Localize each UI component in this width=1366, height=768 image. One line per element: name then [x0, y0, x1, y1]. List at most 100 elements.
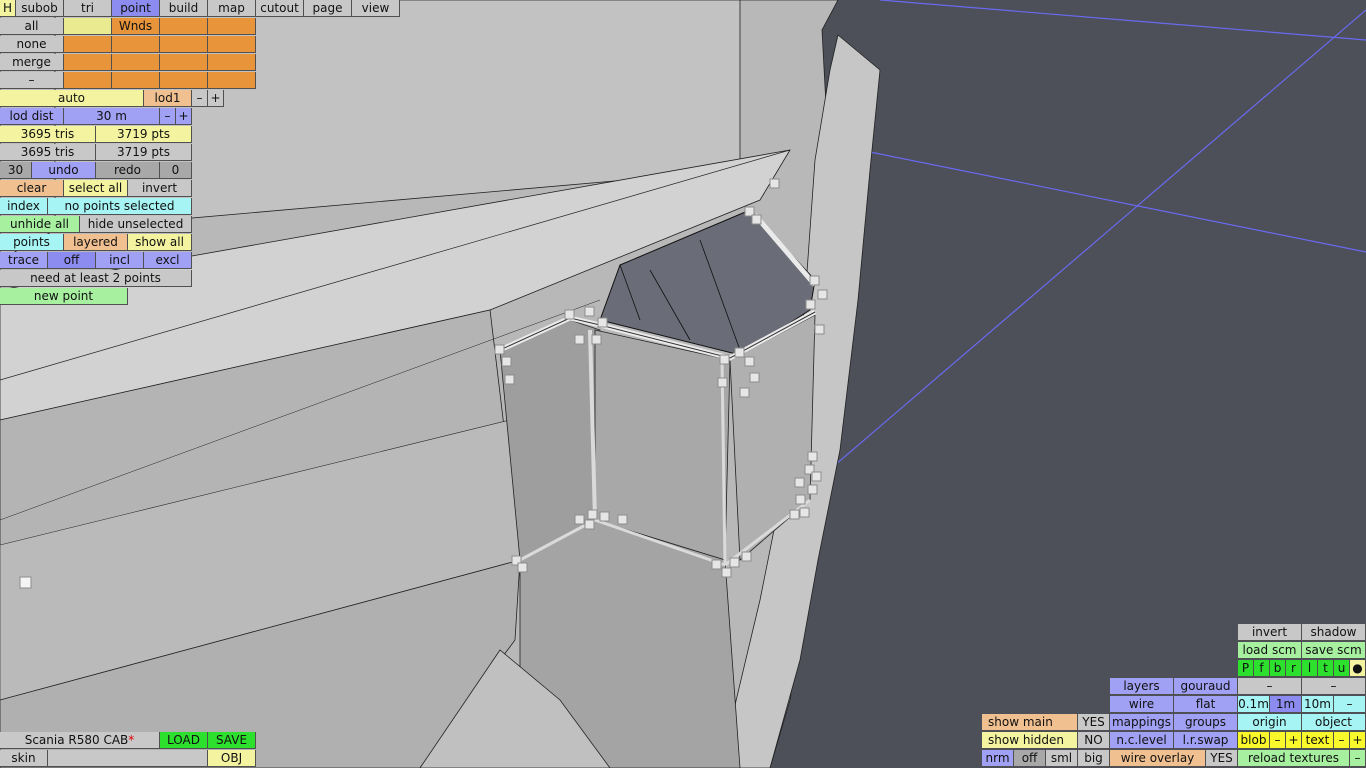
trace-off-button[interactable]: off	[48, 252, 96, 269]
subobject-cell[interactable]	[64, 72, 112, 89]
subobject-cell[interactable]	[112, 72, 160, 89]
mappings-button[interactable]: mappings	[1110, 714, 1174, 731]
flag-l[interactable]: l	[1302, 660, 1318, 677]
subobject-cell[interactable]	[112, 36, 160, 53]
subobject-cell[interactable]	[64, 54, 112, 71]
load-button[interactable]: LOAD	[160, 732, 208, 749]
flag-u[interactable]: u	[1334, 660, 1350, 677]
grid-01m-button[interactable]: 0.1m	[1238, 696, 1270, 713]
text-plus-button[interactable]: +	[1350, 732, 1366, 749]
shadow-button[interactable]: shadow	[1302, 624, 1366, 641]
grid-10m-button[interactable]: 10m	[1302, 696, 1334, 713]
subobject-cell[interactable]	[160, 72, 208, 89]
obj-button[interactable]: OBJ	[208, 750, 256, 767]
text-button[interactable]: text	[1302, 732, 1334, 749]
model-name[interactable]: Scania R580 CAB*	[0, 732, 160, 749]
invert-selection-button[interactable]: invert	[128, 180, 192, 197]
wire-overlay-button[interactable]: wire overlay	[1110, 750, 1206, 767]
subobject-cell[interactable]	[208, 72, 256, 89]
origin-button[interactable]: origin	[1238, 714, 1302, 731]
tab-map[interactable]: map	[208, 0, 256, 17]
dash-button-2[interactable]: –	[1302, 678, 1366, 695]
select-none-button[interactable]: none	[0, 36, 64, 53]
minus-button[interactable]: –	[0, 72, 64, 89]
lod-plus-button[interactable]: +	[208, 90, 224, 107]
redo-button[interactable]: redo	[96, 162, 160, 179]
text-minus-button[interactable]: –	[1334, 732, 1350, 749]
subobject-cell[interactable]	[208, 36, 256, 53]
lod-dist-value[interactable]: 30 m	[64, 108, 160, 125]
skin-button[interactable]: skin	[0, 750, 48, 767]
points-button[interactable]: points	[0, 234, 64, 251]
lod-level-button[interactable]: lod1	[144, 90, 192, 107]
show-all-button[interactable]: show all	[128, 234, 192, 251]
clear-button[interactable]: clear	[0, 180, 64, 197]
layers-button[interactable]: layers	[1110, 678, 1174, 695]
flag-t[interactable]: t	[1318, 660, 1334, 677]
3d-viewport[interactable]	[0, 0, 1366, 768]
lod-dist-label[interactable]: lod dist	[0, 108, 64, 125]
nrm-button[interactable]: nrm	[982, 750, 1014, 767]
tab-page[interactable]: page	[304, 0, 352, 17]
nc-level-button[interactable]: n.c.level	[1110, 732, 1174, 749]
subobject-cell[interactable]	[112, 54, 160, 71]
select-all-points-button[interactable]: select all	[64, 180, 128, 197]
flag-p[interactable]: P	[1238, 660, 1254, 677]
lod-dist-minus[interactable]: –	[160, 108, 176, 125]
show-hidden-button[interactable]: show hidden	[982, 732, 1078, 749]
hide-unselected-button[interactable]: hide unselected	[80, 216, 192, 233]
lod-minus-button[interactable]: –	[192, 90, 208, 107]
subobject-cell[interactable]	[64, 36, 112, 53]
tab-tri[interactable]: tri	[64, 0, 112, 17]
lr-swap-button[interactable]: l.r.swap	[1174, 732, 1238, 749]
skin-field[interactable]	[48, 750, 208, 767]
tab-build[interactable]: build	[160, 0, 208, 17]
reload-minus-button[interactable]: –	[1350, 750, 1366, 767]
lod-auto-button[interactable]: auto	[0, 90, 144, 107]
merge-button[interactable]: merge	[0, 54, 64, 71]
flag-dot[interactable]: ●	[1350, 660, 1366, 677]
blob-minus-button[interactable]: –	[1270, 732, 1286, 749]
layered-button[interactable]: layered	[64, 234, 128, 251]
wire-overlay-value[interactable]: YES	[1206, 750, 1238, 767]
blob-plus-button[interactable]: +	[1286, 732, 1302, 749]
show-main-value[interactable]: YES	[1078, 714, 1110, 731]
trace-button[interactable]: trace	[0, 252, 48, 269]
index-button[interactable]: index	[0, 198, 48, 215]
subobject-cell[interactable]	[160, 18, 208, 35]
show-hidden-value[interactable]: NO	[1078, 732, 1110, 749]
nrm-big-button[interactable]: big	[1078, 750, 1110, 767]
grid-minus-button[interactable]: –	[1334, 696, 1366, 713]
unhide-all-button[interactable]: unhide all	[0, 216, 80, 233]
subobject-cell[interactable]	[208, 54, 256, 71]
subobject-wnds[interactable]: Wnds	[112, 18, 160, 35]
h-button[interactable]: H	[0, 0, 16, 17]
trace-excl-button[interactable]: excl	[144, 252, 192, 269]
undo-button[interactable]: undo	[32, 162, 96, 179]
save-scm-button[interactable]: save scm	[1302, 642, 1366, 659]
subobject-cell[interactable]	[160, 54, 208, 71]
reload-textures-button[interactable]: reload textures	[1238, 750, 1350, 767]
wire-button[interactable]: wire	[1110, 696, 1174, 713]
groups-button[interactable]: groups	[1174, 714, 1238, 731]
nrm-sml-button[interactable]: sml	[1046, 750, 1078, 767]
tab-subob[interactable]: subob	[16, 0, 64, 17]
save-button[interactable]: SAVE	[208, 732, 256, 749]
trace-incl-button[interactable]: incl	[96, 252, 144, 269]
flag-f[interactable]: f	[1254, 660, 1270, 677]
tab-view[interactable]: view	[352, 0, 400, 17]
tab-point[interactable]: point	[112, 0, 160, 17]
grid-1m-button[interactable]: 1m	[1270, 696, 1302, 713]
blob-button[interactable]: blob	[1238, 732, 1270, 749]
dash-button-1[interactable]: –	[1238, 678, 1302, 695]
flag-b[interactable]: b	[1270, 660, 1286, 677]
object-button[interactable]: object	[1302, 714, 1366, 731]
show-main-button[interactable]: show main	[982, 714, 1078, 731]
tab-cutout[interactable]: cutout	[256, 0, 304, 17]
new-point-button[interactable]: new point	[0, 288, 128, 305]
nrm-off-button[interactable]: off	[1014, 750, 1046, 767]
invert-button[interactable]: invert	[1238, 624, 1302, 641]
select-all-button[interactable]: all	[0, 18, 64, 35]
lod-dist-plus[interactable]: +	[176, 108, 192, 125]
flat-button[interactable]: flat	[1174, 696, 1238, 713]
